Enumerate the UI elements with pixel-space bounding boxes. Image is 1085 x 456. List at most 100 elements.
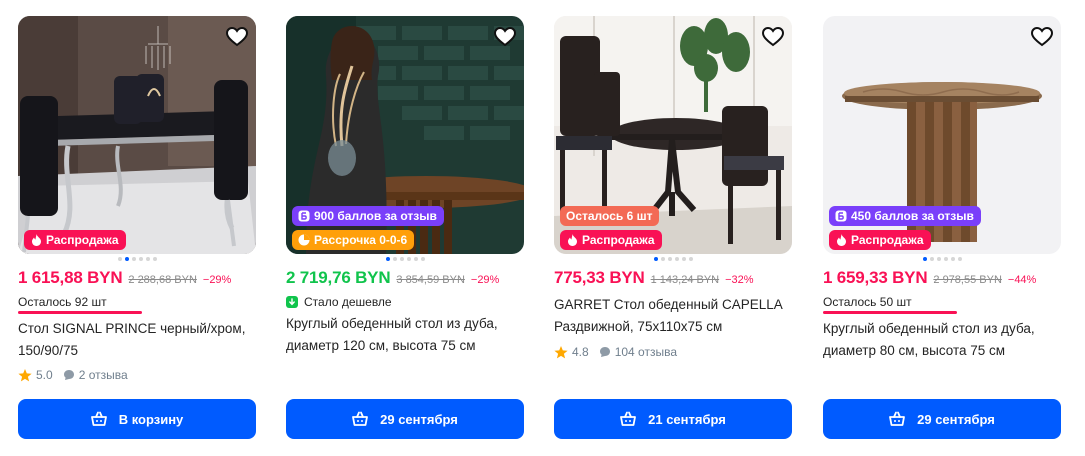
delivery-date-button[interactable]: 29 сентября — [823, 399, 1061, 439]
gallery-dot[interactable] — [399, 257, 404, 261]
reviews-count: 104 отзыва — [614, 345, 677, 359]
points-icon — [835, 210, 847, 222]
discount-percent: −44% — [1007, 274, 1037, 286]
price-down-icon — [286, 296, 298, 308]
product-grid: Распродажа 1 615,88 BYN 2 288,68 BYN −29… — [0, 0, 1085, 456]
product-card[interactable]: 450 баллов за отзыв Распродажа 1 659,33 … — [823, 0, 1061, 456]
star-icon — [554, 345, 568, 358]
price-row: 1 615,88 BYN 2 288,68 BYN −29% — [18, 268, 231, 288]
rating-row[interactable]: 5.0 2 отзыва — [18, 368, 128, 382]
gallery-dot[interactable] — [138, 257, 143, 261]
comment-icon — [599, 347, 610, 357]
old-price: 2 978,55 BYN — [933, 274, 1002, 286]
favorite-button[interactable] — [760, 24, 786, 50]
gallery-dot[interactable] — [406, 257, 411, 261]
comment-icon — [63, 370, 74, 380]
reviews-count: 2 отзыва — [78, 368, 128, 382]
gallery-dot[interactable] — [929, 257, 934, 261]
gallery-dot[interactable] — [145, 257, 150, 261]
gallery-dot[interactable] — [681, 257, 686, 261]
discount-percent: −29% — [470, 274, 500, 286]
delivery-date-button[interactable]: 21 сентября — [554, 399, 792, 439]
points-badge: 450 баллов за отзыв — [829, 206, 981, 226]
rating-row[interactable]: 4.8 104 отзыва — [554, 345, 677, 359]
flame-icon — [30, 234, 42, 246]
product-photo[interactable]: 900 баллов за отзыв Рассрочка 0-0-6 — [286, 16, 524, 254]
heart-icon — [762, 27, 784, 47]
heart-icon — [226, 27, 248, 47]
rating-value: 4.8 — [572, 345, 589, 359]
badge-label: Распродажа — [582, 233, 655, 247]
gallery-dots — [823, 257, 1061, 261]
gallery-dot-active[interactable] — [385, 257, 390, 261]
gallery-dot[interactable] — [413, 257, 418, 261]
gallery-dots — [18, 257, 256, 261]
badge-label: 450 баллов за отзыв — [851, 209, 974, 223]
product-card[interactable]: 900 баллов за отзыв Рассрочка 0-0-6 2 71… — [286, 0, 524, 456]
gallery-dot[interactable] — [674, 257, 679, 261]
product-photo[interactable]: Осталось 6 шт Распродажа — [554, 16, 792, 254]
button-label: В корзину — [118, 411, 184, 427]
sale-badge: Распродажа — [24, 230, 126, 250]
cart-icon — [889, 411, 906, 427]
button-label: 21 сентября — [648, 411, 726, 427]
product-photo[interactable]: Распродажа — [18, 16, 256, 254]
gallery-dot-active[interactable] — [653, 257, 658, 261]
rating-value: 5.0 — [36, 368, 53, 382]
favorite-button[interactable] — [224, 24, 250, 50]
gallery-dot[interactable] — [667, 257, 672, 261]
price-drop-label: Стало дешевле — [286, 295, 392, 309]
delivery-date-button[interactable]: 29 сентября — [286, 399, 524, 439]
gallery-dot[interactable] — [392, 257, 397, 261]
gallery-dot[interactable] — [950, 257, 955, 261]
badge-label: Распродажа — [851, 233, 924, 247]
flame-icon — [566, 234, 578, 246]
flame-icon — [835, 234, 847, 246]
gallery-dot-active[interactable] — [124, 257, 129, 261]
gallery-dots — [554, 257, 792, 261]
installment-badge: Рассрочка 0-0-6 — [292, 230, 415, 250]
gallery-dot[interactable] — [936, 257, 941, 261]
sale-badge: Распродажа — [560, 230, 662, 250]
price-row: 2 719,76 BYN 3 854,59 BYN −29% — [286, 268, 499, 288]
gallery-dot[interactable] — [131, 257, 136, 261]
product-title[interactable]: Круглый обеденный стол из дуба, диаметр … — [823, 318, 1061, 362]
product-title[interactable]: GARRET Стол обеденный CAPELLA Раздвижной… — [554, 294, 792, 338]
badge-label: Рассрочка 0-0-6 — [314, 233, 408, 247]
stock-badge: Осталось 6 шт — [560, 206, 660, 226]
stock-label: Осталось 92 шт — [18, 295, 107, 309]
gallery-dot[interactable] — [957, 257, 962, 261]
add-to-cart-button[interactable]: В корзину — [18, 399, 256, 439]
badge-label: 900 баллов за отзыв — [314, 209, 437, 223]
current-price: 775,33 BYN — [554, 268, 645, 287]
gallery-dot[interactable] — [660, 257, 665, 261]
cart-icon — [90, 411, 107, 427]
badge-list: Осталось 6 шт Распродажа — [560, 206, 662, 250]
gallery-dot[interactable] — [117, 257, 122, 261]
discount-percent: −29% — [202, 274, 232, 286]
gallery-dot[interactable] — [152, 257, 157, 261]
gallery-dot[interactable] — [420, 257, 425, 261]
badge-list: Распродажа — [24, 230, 126, 250]
gallery-dot[interactable] — [688, 257, 693, 261]
badge-list: 450 баллов за отзыв Распродажа — [829, 206, 981, 250]
product-card[interactable]: Распродажа 1 615,88 BYN 2 288,68 BYN −29… — [18, 0, 256, 456]
sale-badge: Распродажа — [829, 230, 931, 250]
badge-list: 900 баллов за отзыв Рассрочка 0-0-6 — [292, 206, 444, 250]
old-price: 3 854,59 BYN — [396, 274, 465, 286]
gallery-dot-active[interactable] — [922, 257, 927, 261]
product-title[interactable]: Круглый обеденный стол из дуба, диаметр … — [286, 313, 524, 357]
product-card[interactable]: Осталось 6 шт Распродажа 775,33 BYN 1 14… — [554, 0, 792, 456]
product-photo[interactable]: 450 баллов за отзыв Распродажа — [823, 16, 1061, 254]
points-badge: 900 баллов за отзыв — [292, 206, 444, 226]
current-price: 2 719,76 BYN — [286, 268, 391, 287]
product-title[interactable]: Стол SIGNAL PRINCE черный/хром, 150/90/7… — [18, 318, 256, 362]
gallery-dot[interactable] — [943, 257, 948, 261]
stock-bar — [18, 311, 142, 314]
cart-icon — [352, 411, 369, 427]
button-label: 29 сентября — [380, 411, 458, 427]
favorite-button[interactable] — [492, 24, 518, 50]
current-price: 1 615,88 BYN — [18, 268, 123, 287]
favorite-button[interactable] — [1029, 24, 1055, 50]
current-price: 1 659,33 BYN — [823, 268, 928, 287]
